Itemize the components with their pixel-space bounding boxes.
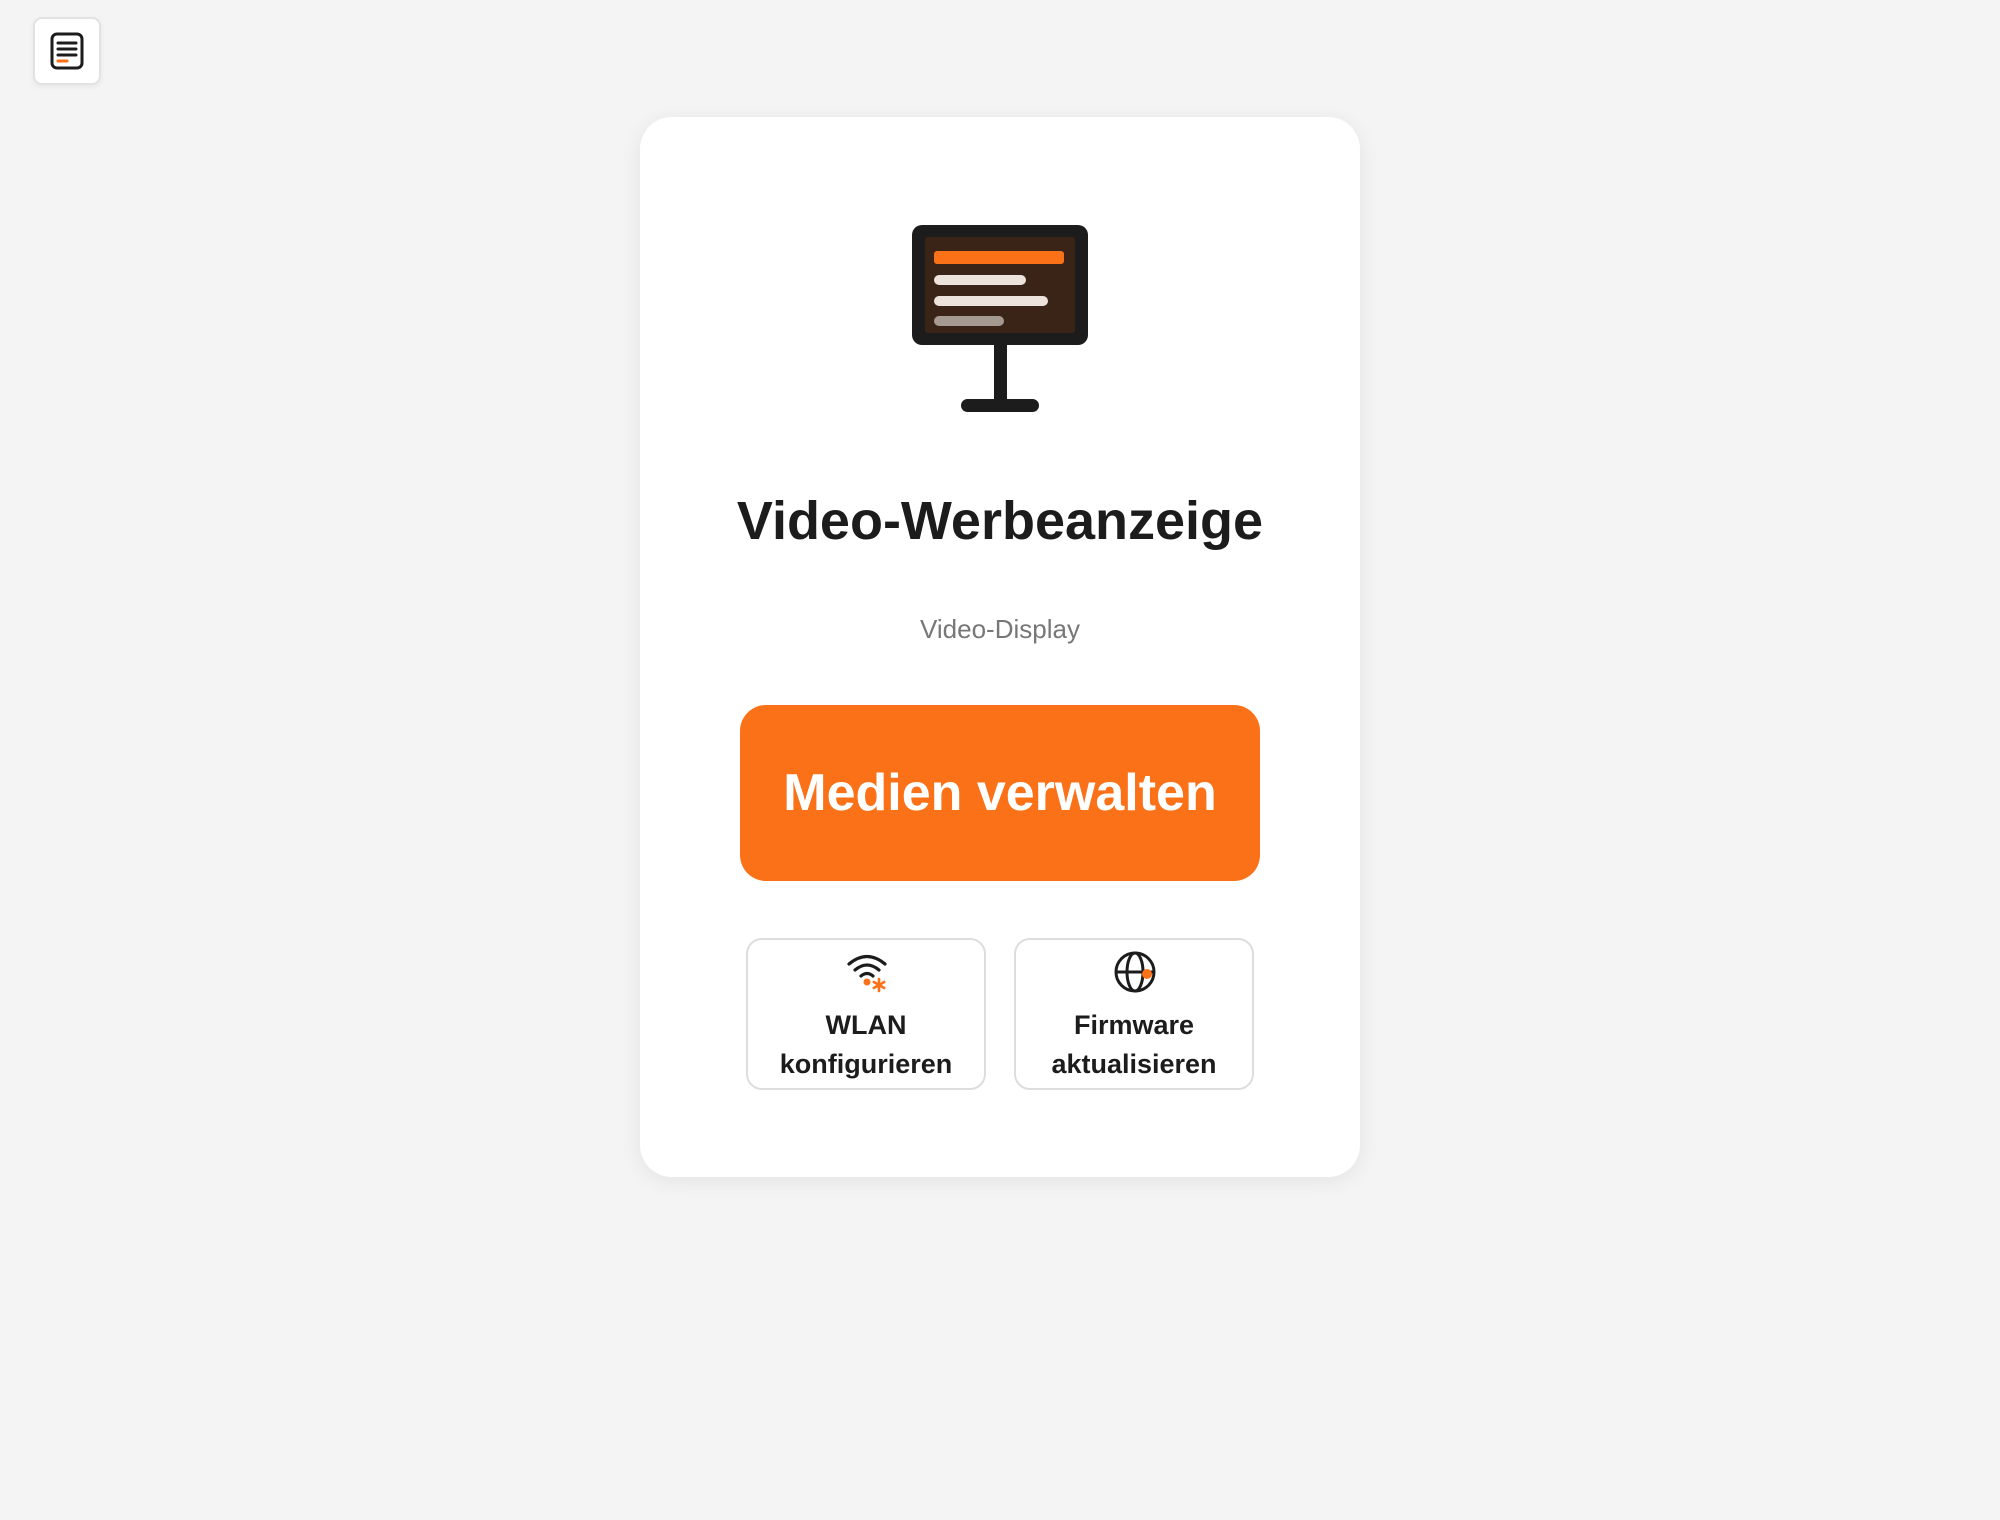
menu-button[interactable] — [33, 17, 101, 85]
configure-wlan-button[interactable]: WLAN konfigurieren — [746, 938, 986, 1090]
globe-update-icon — [1114, 951, 1156, 993]
device-card: Video-Werbeanzeige Video-Display Medien … — [640, 117, 1360, 1177]
configure-wlan-label: WLAN konfigurieren — [779, 1010, 953, 1079]
update-firmware-button[interactable]: Firmware aktualisieren — [1014, 938, 1254, 1090]
device-title: Video-Werbeanzeige — [736, 491, 1264, 551]
wifi-settings-icon — [847, 954, 887, 993]
document-list-icon — [50, 32, 84, 70]
manage-media-button[interactable]: Medien verwalten — [740, 705, 1260, 881]
update-firmware-label: Firmware aktualisieren — [1051, 1010, 1217, 1079]
device-type-label: Video-Display — [920, 614, 1080, 644]
video-display-monitor-icon — [912, 225, 1088, 412]
